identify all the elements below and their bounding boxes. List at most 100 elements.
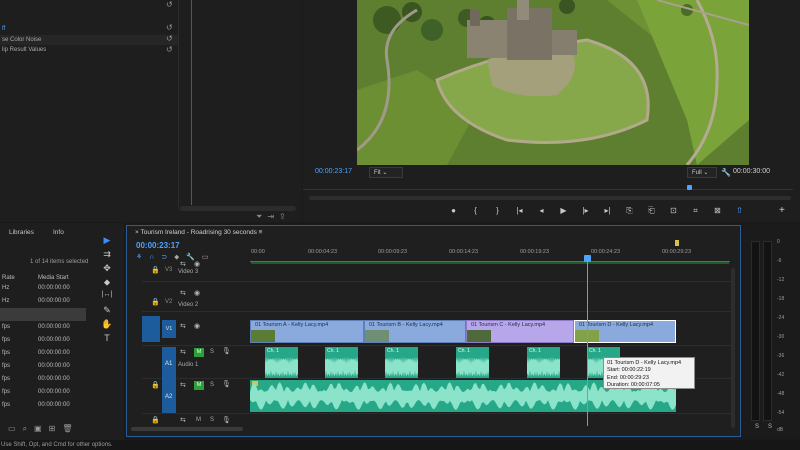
ripple-icon[interactable]: ⇥ xyxy=(267,212,279,221)
comparison-view-icon[interactable]: ⌗ xyxy=(690,206,701,216)
eye-icon[interactable]: ◉ xyxy=(194,260,200,268)
solo-button-a3[interactable]: S xyxy=(210,417,214,423)
reset-icon[interactable]: ↺ xyxy=(166,1,174,9)
extract-icon[interactable]: ⎗ xyxy=(646,206,657,216)
safe-margins-icon[interactable]: ⊠ xyxy=(712,206,723,216)
microphone-icon[interactable]: 🎙 xyxy=(222,380,231,388)
new-bin-icon[interactable]: ▣ xyxy=(34,424,49,433)
solo-left-button[interactable]: S xyxy=(755,424,759,430)
razor-tool-icon[interactable]: ⬥ xyxy=(100,277,114,289)
list-item[interactable]: fps 00:00:00:00 xyxy=(0,321,86,334)
reset-icon[interactable]: ↺ xyxy=(166,24,174,32)
wrench-icon[interactable]: 🔧 xyxy=(721,168,731,177)
track-target-v1[interactable]: V1 xyxy=(162,320,176,338)
solo-button-a1[interactable]: S xyxy=(210,349,214,355)
bin-icon[interactable]: ▭ xyxy=(8,424,23,433)
new-item-icon[interactable]: ⊞ xyxy=(49,424,63,433)
share-icon[interactable]: ⇧ xyxy=(734,206,745,216)
sequence-tab[interactable]: × Tourism Ireland - Roadrising 30 second… xyxy=(135,229,262,236)
linked-selection-icon[interactable]: ⊃ xyxy=(161,254,174,261)
type-tool-icon[interactable]: T xyxy=(100,333,114,345)
video-clip-d[interactable]: 01 Tourism D - Kelly Lacy.mp4 xyxy=(574,320,676,343)
lock-icon[interactable]: 🔒 xyxy=(151,266,160,274)
sync-lock-icon[interactable]: ⇆ xyxy=(180,322,186,330)
pen-tool-icon[interactable]: ✎ xyxy=(100,305,114,317)
program-zoom-scrollbar[interactable] xyxy=(309,196,791,200)
snap-icon[interactable]: ∩ xyxy=(149,254,161,261)
mute-button-a3[interactable]: M xyxy=(196,417,201,423)
tab-info[interactable]: Info xyxy=(53,229,64,236)
program-timecode-current[interactable]: 00:00:23:17 xyxy=(315,168,352,175)
list-item[interactable]: fps 00:00:00:00 xyxy=(0,360,86,373)
export-frame-icon[interactable]: ⊡ xyxy=(668,206,679,216)
sync-lock-icon[interactable]: ⇆ xyxy=(180,381,186,389)
lock-icon[interactable]: 🔒 xyxy=(151,298,160,306)
lift-icon[interactable]: ⎘ xyxy=(624,206,635,216)
sync-lock-icon[interactable]: ⇆ xyxy=(180,260,186,268)
reset-icon[interactable]: ↺ xyxy=(166,46,174,54)
lock-icon[interactable]: 🔒 xyxy=(151,416,160,424)
nest-icon[interactable]: ⚘ xyxy=(136,254,149,261)
list-item[interactable]: Hz 00:00:00:00 xyxy=(0,282,86,295)
audio-clip-dialogue[interactable]: Ch. 1 xyxy=(385,347,418,378)
track-select-tool-icon[interactable]: ⇉ xyxy=(100,249,114,261)
list-item[interactable]: fps 00:00:00:00 xyxy=(0,399,86,412)
effect-row-ff[interactable]: ff xyxy=(0,24,178,34)
solo-right-button[interactable]: S xyxy=(768,424,772,430)
microphone-icon[interactable]: 🎙 xyxy=(222,416,231,424)
column-header-rate[interactable]: Rate xyxy=(2,275,15,281)
captions-icon[interactable]: ▭ xyxy=(202,254,216,261)
tab-libraries[interactable]: Libraries xyxy=(9,229,34,236)
video-clip-b[interactable]: 01 Tourism B - Kelly Lacy.mp4 xyxy=(364,320,466,343)
effect-playhead[interactable] xyxy=(191,0,192,205)
audio-clip-dialogue[interactable]: Ch. 1 xyxy=(265,347,298,378)
slip-tool-icon[interactable]: |↔| xyxy=(100,291,114,303)
add-marker-icon[interactable]: ● xyxy=(448,206,459,216)
timeline-vertical-scrollbar[interactable] xyxy=(731,268,735,428)
quality-dropdown[interactable]: Full ⌄ xyxy=(687,167,717,178)
fit-dropdown[interactable]: Fit ⌄ xyxy=(369,167,403,178)
work-area-bar[interactable] xyxy=(251,262,729,264)
mark-out-icon[interactable]: } xyxy=(492,206,503,216)
hand-tool-icon[interactable]: ✋ xyxy=(100,319,114,331)
selection-tool-icon[interactable]: ▶ xyxy=(100,235,114,247)
eye-icon[interactable]: ◉ xyxy=(194,322,200,330)
list-item[interactable]: fps 00:00:00:00 xyxy=(0,386,86,399)
program-video-frame[interactable] xyxy=(357,0,749,165)
mute-button-a1[interactable]: M xyxy=(194,348,204,357)
mute-button-a2[interactable]: M xyxy=(194,381,204,390)
effect-row-color-noise[interactable]: se Color Noise xyxy=(0,35,178,45)
list-item[interactable]: fps 00:00:00:00 xyxy=(0,334,86,347)
filter-icon[interactable]: ⏷ xyxy=(256,212,267,221)
effect-scrollbar[interactable] xyxy=(180,206,296,211)
mark-in-icon[interactable]: { xyxy=(470,206,481,216)
go-to-out-icon[interactable]: ▸| xyxy=(602,206,613,216)
go-to-in-icon[interactable]: |◂ xyxy=(514,206,525,216)
sync-lock-icon[interactable]: ⇆ xyxy=(180,289,186,297)
video-clip-a[interactable]: 01 Tourism A - Kelly Lacy.mp4 xyxy=(250,320,364,343)
list-item[interactable] xyxy=(0,308,86,321)
program-playhead[interactable] xyxy=(687,185,692,190)
sync-lock-icon[interactable]: ⇆ xyxy=(180,416,186,424)
add-button-icon[interactable]: + xyxy=(779,205,785,216)
eye-icon[interactable]: ◉ xyxy=(194,289,200,297)
step-back-icon[interactable]: ◂ xyxy=(536,206,547,216)
audio-clip-dialogue[interactable]: Ch. 1 xyxy=(456,347,489,378)
trash-icon[interactable]: 🗑 xyxy=(62,424,79,433)
end-marker[interactable] xyxy=(675,240,679,246)
microphone-icon[interactable]: 🎙 xyxy=(222,347,231,355)
solo-button-a2[interactable]: S xyxy=(210,382,214,388)
audio-clip-dialogue[interactable]: Ch. 1 xyxy=(325,347,358,378)
reset-icon[interactable]: ↺ xyxy=(166,35,174,43)
timeline-playhead[interactable] xyxy=(584,255,591,262)
timeline-timecode[interactable]: 00:00:23:17 xyxy=(136,241,180,250)
play-icon[interactable]: ▶ xyxy=(558,206,569,216)
list-item[interactable]: Hz 00:00:00:00 xyxy=(0,295,86,308)
effect-row-clip-result[interactable]: lip Result Values xyxy=(0,45,178,55)
sync-lock-icon[interactable]: ⇆ xyxy=(180,348,186,356)
track-target-audio[interactable] xyxy=(162,347,176,413)
search-icon[interactable]: ⌕ xyxy=(23,424,34,433)
source-patch-v1[interactable] xyxy=(142,316,160,342)
lock-icon[interactable]: 🔒 xyxy=(151,381,160,389)
program-ruler[interactable] xyxy=(303,184,793,190)
